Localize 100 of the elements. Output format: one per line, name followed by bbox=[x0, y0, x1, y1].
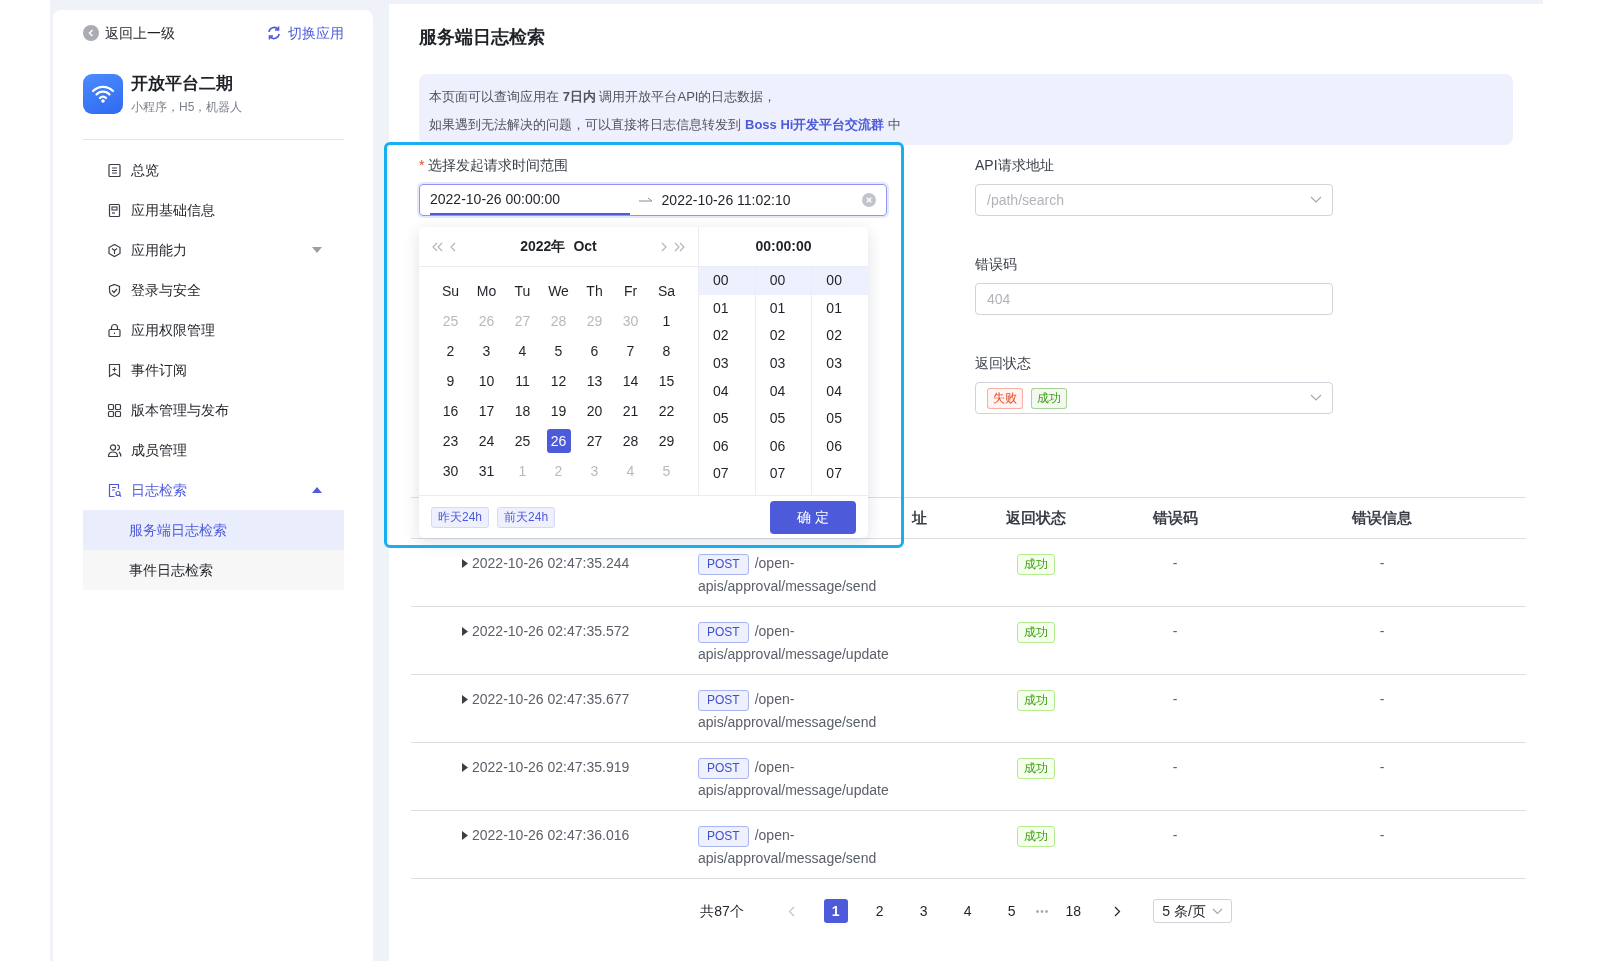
time-option[interactable]: 04 bbox=[755, 377, 812, 405]
submenu-item[interactable]: 服务端日志检索 bbox=[83, 510, 344, 550]
clear-icon[interactable] bbox=[862, 193, 876, 207]
calendar-day[interactable]: 9 bbox=[438, 369, 463, 393]
caret-icon[interactable] bbox=[312, 487, 322, 493]
menu-item[interactable]: 成员管理 bbox=[83, 430, 344, 470]
calendar-day[interactable]: 4 bbox=[510, 339, 535, 363]
time-option[interactable]: 05 bbox=[812, 404, 868, 433]
time-option[interactable]: 07 bbox=[812, 460, 868, 488]
time-option[interactable]: 00 bbox=[812, 267, 868, 295]
end-date-input[interactable]: 2022-10-26 11:02:10 bbox=[661, 185, 862, 215]
back-link[interactable]: 返回上一级 bbox=[83, 22, 175, 44]
menu-item[interactable]: 应用能力 bbox=[83, 230, 344, 270]
date-range-field[interactable]: 2022-10-26 00:00:00 2022-10-26 11:02:10 bbox=[419, 184, 887, 216]
calendar-day[interactable]: 8 bbox=[654, 339, 679, 363]
switch-app-link[interactable]: 切换应用 bbox=[266, 22, 344, 44]
calendar-day[interactable]: 16 bbox=[438, 399, 463, 423]
time-option[interactable]: 01 bbox=[812, 294, 868, 323]
menu-item[interactable]: 日志检索 bbox=[83, 470, 344, 510]
expand-icon[interactable] bbox=[462, 694, 468, 704]
page-button[interactable]: 1 bbox=[823, 899, 848, 923]
calendar-day[interactable]: 30 bbox=[438, 459, 463, 483]
time-option[interactable]: 00 bbox=[755, 267, 812, 295]
calendar-day[interactable]: 11 bbox=[510, 369, 535, 393]
time-option[interactable]: 03 bbox=[699, 349, 755, 378]
calendar-day[interactable]: 27 bbox=[582, 429, 607, 453]
time-option[interactable]: 00 bbox=[699, 267, 755, 295]
month-label[interactable]: Oct bbox=[573, 238, 597, 254]
expand-icon[interactable] bbox=[462, 626, 468, 636]
calendar-day[interactable]: 1 bbox=[654, 309, 679, 333]
calendar-day[interactable]: 6 bbox=[582, 339, 607, 363]
select-field[interactable]: 失败 成功 bbox=[975, 382, 1333, 414]
shortcut-tag[interactable]: 昨天24h bbox=[431, 506, 490, 528]
calendar-day[interactable]: 21 bbox=[618, 399, 643, 423]
time-option[interactable]: 02 bbox=[755, 322, 812, 350]
calendar-day[interactable]: 23 bbox=[438, 429, 463, 453]
time-option[interactable]: 03 bbox=[812, 349, 868, 378]
chevron-down-icon[interactable] bbox=[1310, 196, 1322, 204]
caret-icon[interactable] bbox=[312, 247, 322, 253]
submenu-item[interactable]: 事件日志检索 bbox=[83, 550, 344, 590]
calendar-day[interactable]: 12 bbox=[546, 369, 571, 393]
calendar-day[interactable]: 14 bbox=[618, 369, 643, 393]
calendar-day[interactable]: 10 bbox=[474, 369, 499, 393]
calendar-day[interactable]: 26 bbox=[546, 429, 571, 453]
menu-item[interactable]: 应用基础信息 bbox=[83, 190, 344, 230]
calendar-day[interactable]: 17 bbox=[474, 399, 499, 423]
time-option[interactable]: 01 bbox=[755, 294, 812, 323]
double-chevron-left-icon[interactable] bbox=[431, 241, 443, 252]
time-option[interactable]: 03 bbox=[755, 349, 812, 378]
calendar-day[interactable]: 15 bbox=[654, 369, 679, 393]
calendar-day[interactable]: 7 bbox=[618, 339, 643, 363]
start-date-input[interactable]: 2022-10-26 00:00:00 bbox=[430, 185, 631, 215]
calendar-day[interactable]: 31 bbox=[474, 459, 499, 483]
calendar-day[interactable]: 13 bbox=[582, 369, 607, 393]
text-input-field[interactable]: 404 bbox=[975, 283, 1333, 315]
shortcut-tag[interactable]: 前天24h bbox=[497, 506, 556, 528]
page-button[interactable]: 5 bbox=[999, 899, 1024, 923]
calendar-day[interactable]: 28 bbox=[618, 429, 643, 453]
page-button[interactable]: 3 bbox=[911, 899, 936, 923]
time-option[interactable]: 04 bbox=[812, 377, 868, 405]
calendar-day[interactable]: 19 bbox=[546, 399, 571, 423]
chevron-right-icon[interactable] bbox=[661, 241, 668, 252]
time-option[interactable]: 06 bbox=[812, 432, 868, 461]
calendar-day[interactable]: 3 bbox=[474, 339, 499, 363]
menu-item[interactable]: 版本管理与发布 bbox=[83, 390, 344, 430]
menu-item[interactable]: 总览 bbox=[83, 150, 344, 190]
calendar-day[interactable]: 18 bbox=[510, 399, 535, 423]
calendar-day[interactable]: 22 bbox=[654, 399, 679, 423]
double-chevron-right-icon[interactable] bbox=[674, 241, 686, 252]
calendar-day[interactable]: 2 bbox=[438, 339, 463, 363]
calendar-day[interactable]: 24 bbox=[474, 429, 499, 453]
menu-item[interactable]: 登录与安全 bbox=[83, 270, 344, 310]
time-option[interactable]: 01 bbox=[699, 294, 755, 323]
confirm-button[interactable]: 确 定 bbox=[770, 500, 856, 534]
time-option[interactable]: 02 bbox=[812, 322, 868, 350]
expand-icon[interactable] bbox=[462, 558, 468, 568]
time-option[interactable]: 05 bbox=[755, 404, 812, 433]
time-option[interactable]: 06 bbox=[755, 432, 812, 461]
chevron-down-icon[interactable] bbox=[1310, 394, 1322, 402]
calendar-day[interactable]: 5 bbox=[546, 339, 571, 363]
time-option[interactable]: 05 bbox=[699, 404, 755, 433]
time-option[interactable]: 06 bbox=[699, 432, 755, 461]
time-option[interactable]: 02 bbox=[699, 322, 755, 350]
page-button[interactable]: 2 bbox=[867, 899, 892, 923]
expand-icon[interactable] bbox=[462, 830, 468, 840]
page-button[interactable]: 18 bbox=[1061, 899, 1086, 923]
time-option[interactable]: 07 bbox=[699, 460, 755, 488]
calendar-day[interactable]: 29 bbox=[654, 429, 679, 453]
menu-item[interactable]: 应用权限管理 bbox=[83, 310, 344, 350]
expand-icon[interactable] bbox=[462, 762, 468, 772]
time-option[interactable]: 04 bbox=[699, 377, 755, 405]
year-label[interactable]: 2022年 bbox=[520, 238, 566, 254]
page-button[interactable]: 4 bbox=[955, 899, 980, 923]
group-link[interactable]: Boss Hi开发平台交流群 bbox=[745, 117, 885, 132]
time-option[interactable]: 07 bbox=[755, 460, 812, 488]
calendar-day[interactable]: 25 bbox=[510, 429, 535, 453]
chevron-left-icon[interactable] bbox=[449, 241, 456, 252]
calendar-day[interactable]: 20 bbox=[582, 399, 607, 423]
page-size-select[interactable]: 5 条/页 bbox=[1153, 899, 1232, 923]
menu-item[interactable]: 事件订阅 bbox=[83, 350, 344, 390]
